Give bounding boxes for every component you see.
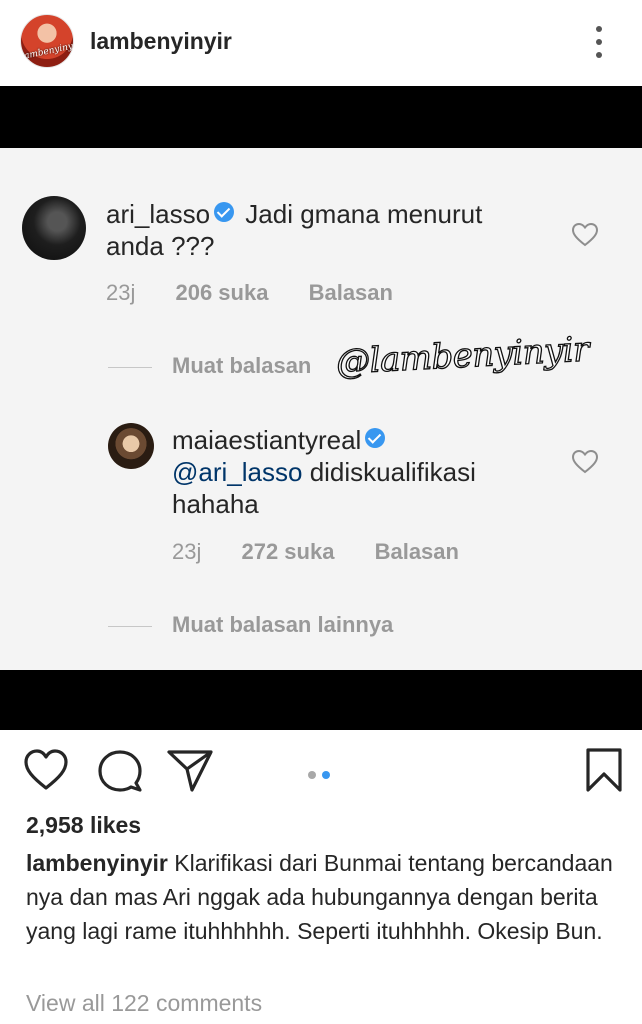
carousel-dot	[308, 771, 316, 779]
load-more-replies-1: Muat balasan	[108, 353, 311, 379]
post-header: lambenyinyir lambenyinyir	[0, 0, 642, 86]
comment-icon[interactable]	[96, 746, 144, 794]
view-all-comments-link[interactable]: View all 122 comments	[26, 990, 262, 1017]
caption: lambenyinyir Klarifikasi dari Bunmai ten…	[26, 846, 616, 948]
comment-2-username: maiaestiantyreal	[172, 425, 362, 455]
avatar-logo-text: lambenyinyir	[20, 40, 74, 63]
comment-like-heart-icon	[572, 450, 598, 474]
comment-1-text-line2: anda ???	[106, 231, 215, 261]
comment-like-heart-icon	[572, 223, 598, 247]
likes-count[interactable]: 2,958 likes	[26, 812, 141, 839]
send-icon[interactable]	[166, 746, 214, 794]
post-image[interactable]: ari_lasso Jadi gmana menurut anda ??? 23…	[0, 148, 642, 670]
comment-1: ari_lasso Jadi gmana menurut anda ???	[106, 198, 482, 262]
comment-2: maiaestiantyreal @ari_lasso didiskualifi…	[172, 424, 476, 520]
divider	[108, 366, 152, 368]
load-more-label-1: Muat balasan	[172, 353, 312, 378]
carousel-indicator	[308, 766, 336, 784]
more-vertical-icon[interactable]	[588, 24, 610, 60]
comment-1-meta: 23j 206 suka Balasan	[106, 280, 427, 306]
comment-1-likes: 206 suka	[175, 280, 269, 305]
verified-badge-icon	[214, 202, 235, 222]
comment-1-text: Jadi gmana menurut	[245, 199, 483, 229]
bookmark-icon[interactable]	[580, 746, 628, 794]
comment-2-likes: 272 suka	[241, 539, 335, 564]
post-username[interactable]: lambenyinyir	[90, 28, 232, 55]
caption-username[interactable]: lambenyinyir	[26, 850, 168, 876]
comment-2-time: 23j	[172, 539, 202, 564]
load-more-replies-2: Muat balasan lainnya	[108, 612, 393, 638]
comment-2-mention: @ari_lasso	[172, 457, 303, 487]
comment-avatar-ari	[22, 196, 86, 260]
heart-icon[interactable]	[22, 746, 70, 794]
comment-1-reply: Balasan	[308, 280, 393, 305]
carousel-dot-active	[322, 771, 330, 779]
watermark: @lambenyinyir	[334, 329, 590, 383]
divider	[108, 625, 152, 627]
action-bar	[0, 746, 642, 800]
avatar[interactable]: lambenyinyir	[20, 14, 74, 68]
comment-2-reply: Balasan	[374, 539, 459, 564]
comment-2-text: didiskualifikasi	[309, 457, 476, 487]
comment-2-meta: 23j 272 suka Balasan	[172, 539, 493, 565]
comment-2-text-line2: hahaha	[172, 489, 259, 519]
black-bar-top	[0, 86, 642, 148]
load-more-label-2: Muat balasan lainnya	[172, 612, 394, 637]
black-bar-bottom	[0, 670, 642, 730]
comment-1-time: 23j	[106, 280, 136, 305]
comment-1-username: ari_lasso	[106, 199, 211, 229]
verified-badge-icon	[365, 428, 386, 448]
comment-avatar-maia	[108, 423, 154, 469]
